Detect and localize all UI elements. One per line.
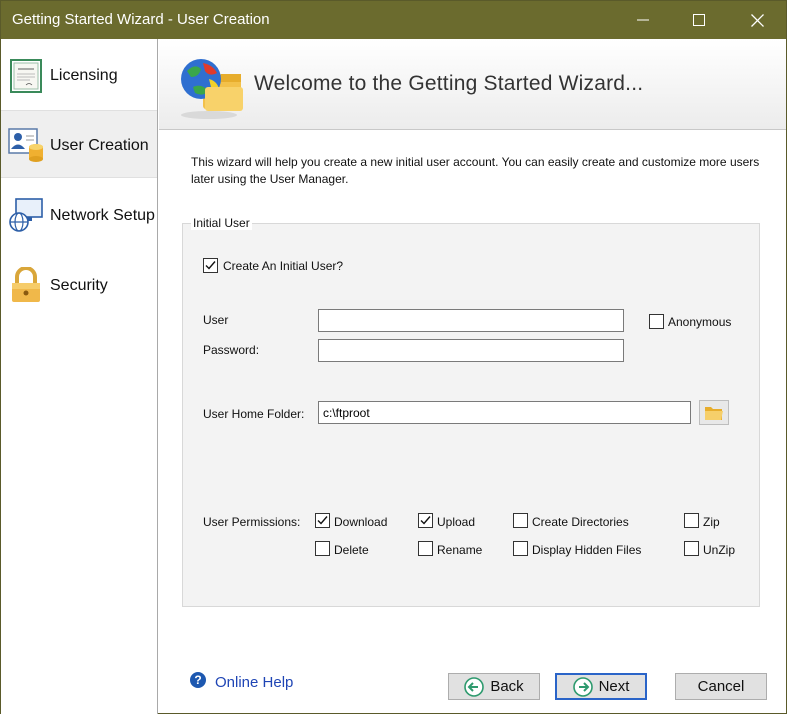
close-button[interactable] (729, 1, 785, 39)
checkmark-icon (420, 516, 431, 525)
arrow-left-icon (464, 676, 485, 697)
zip-label[interactable]: Zip (703, 515, 720, 529)
online-help-link[interactable]: Online Help (215, 674, 293, 691)
anonymous-checkbox[interactable] (649, 314, 664, 329)
lock-icon (12, 267, 40, 302)
title-bar: Getting Started Wizard - User Creation (1, 1, 786, 39)
permissions-label: User Permissions: (203, 515, 301, 529)
checkmark-icon (205, 261, 216, 270)
display-hidden-files-checkbox[interactable] (513, 541, 528, 556)
sidebar-item-licensing[interactable]: Licensing (1, 41, 157, 109)
window-title: Getting Started Wizard - User Creation (12, 11, 270, 28)
help-icon[interactable]: ? (190, 672, 206, 688)
download-label[interactable]: Download (334, 515, 387, 529)
cancel-button[interactable]: Cancel (675, 673, 767, 700)
rename-label[interactable]: Rename (437, 543, 482, 557)
zip-checkbox[interactable] (684, 513, 699, 528)
globe-folder-icon (181, 59, 243, 119)
sidebar-item-label: Security (50, 277, 108, 294)
cancel-label: Cancel (697, 678, 745, 695)
create-initial-user-checkbox[interactable] (203, 258, 218, 273)
user-input[interactable] (318, 309, 624, 332)
create-directories-checkbox[interactable] (513, 513, 528, 528)
sidebar-item-network-setup[interactable]: Network Setup (1, 181, 157, 249)
delete-label[interactable]: Delete (334, 543, 369, 557)
back-label: Back (490, 678, 524, 695)
wizard-window: Getting Started Wizard - User Creation L… (0, 0, 787, 714)
maximize-icon (693, 14, 705, 26)
create-initial-user-label[interactable]: Create An Initial User? (223, 259, 343, 273)
certificate-icon (10, 59, 42, 93)
upload-label[interactable]: Upload (437, 515, 475, 529)
page-title: Welcome to the Getting Started Wizard... (254, 72, 644, 95)
next-label: Next (598, 678, 630, 695)
group-title: Initial User (191, 216, 252, 230)
sidebar-item-label: Network Setup (50, 207, 155, 224)
upload-checkbox[interactable] (418, 513, 433, 528)
close-icon (750, 13, 764, 27)
display-hidden-files-label[interactable]: Display Hidden Files (532, 543, 641, 557)
minimize-icon (637, 19, 649, 21)
home-folder-label: User Home Folder: (203, 407, 305, 421)
sidebar-item-label: Licensing (50, 67, 118, 84)
maximize-button[interactable] (671, 1, 727, 39)
home-folder-input[interactable] (318, 401, 691, 424)
password-input[interactable] (318, 339, 624, 362)
unzip-label[interactable]: UnZip (703, 543, 735, 557)
wizard-sidebar: Licensing User Creation Network Setup Se… (1, 39, 158, 714)
network-icon (9, 198, 43, 232)
browse-folder-button[interactable] (699, 400, 729, 425)
delete-checkbox[interactable] (315, 541, 330, 556)
password-label: Password: (203, 343, 260, 357)
user-label: User (203, 313, 229, 327)
unzip-checkbox[interactable] (684, 541, 699, 556)
user-database-icon (8, 128, 43, 162)
sidebar-item-label: User Creation (50, 137, 149, 154)
back-button[interactable]: Back (448, 673, 540, 700)
wizard-header: Welcome to the Getting Started Wizard... (159, 39, 786, 130)
checkmark-icon (317, 516, 328, 525)
create-directories-label[interactable]: Create Directories (532, 515, 629, 529)
anonymous-label[interactable]: Anonymous (668, 315, 731, 329)
download-checkbox[interactable] (315, 513, 330, 528)
folder-icon (705, 406, 723, 420)
next-button[interactable]: Next (555, 673, 647, 700)
intro-text: This wizard will help you create a new i… (191, 155, 760, 186)
minimize-button[interactable] (615, 1, 671, 39)
rename-checkbox[interactable] (418, 541, 433, 556)
sidebar-item-user-creation[interactable]: User Creation (1, 110, 157, 178)
sidebar-item-security[interactable]: Security (1, 251, 157, 319)
arrow-right-icon (572, 676, 593, 697)
